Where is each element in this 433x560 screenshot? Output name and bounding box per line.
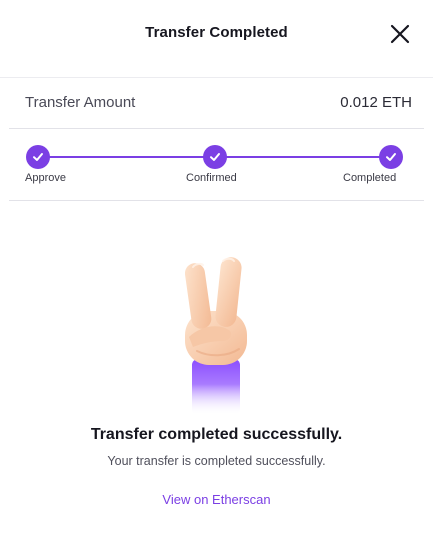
success-subtitle: Your transfer is completed successfully. bbox=[107, 454, 326, 468]
step-completed-indicator bbox=[379, 145, 403, 169]
victory-hand-icon bbox=[184, 257, 247, 415]
transfer-amount-value: 0.012 ETH bbox=[340, 94, 412, 111]
transfer-amount-label: Transfer Amount bbox=[25, 94, 136, 111]
success-title: Transfer completed successfully. bbox=[90, 426, 343, 443]
transfer-amount-row: Transfer Amount 0.012 ETH bbox=[9, 78, 424, 129]
step-completed-label: Completed bbox=[343, 172, 397, 184]
view-on-etherscan-link[interactable]: View on Etherscan bbox=[0, 492, 433, 507]
step-approve-indicator bbox=[26, 145, 50, 169]
check-icon bbox=[33, 153, 43, 161]
progress-stepper: Approve Confirmed Completed bbox=[9, 129, 424, 201]
modal-title: Transfer Completed bbox=[145, 24, 288, 41]
modal-header: Transfer Completed bbox=[0, 0, 433, 78]
transfer-completed-modal: Transfer Completed Transfer Amount 0.012… bbox=[0, 0, 433, 560]
check-icon bbox=[210, 153, 220, 161]
step-confirmed-indicator bbox=[203, 145, 227, 169]
close-button[interactable] bbox=[387, 21, 413, 47]
victory-hand-illustration bbox=[175, 255, 259, 415]
check-icon bbox=[386, 153, 396, 161]
step-confirmed-label: Confirmed bbox=[186, 172, 237, 184]
close-icon bbox=[390, 24, 410, 44]
step-approve-label: Approve bbox=[25, 172, 66, 184]
